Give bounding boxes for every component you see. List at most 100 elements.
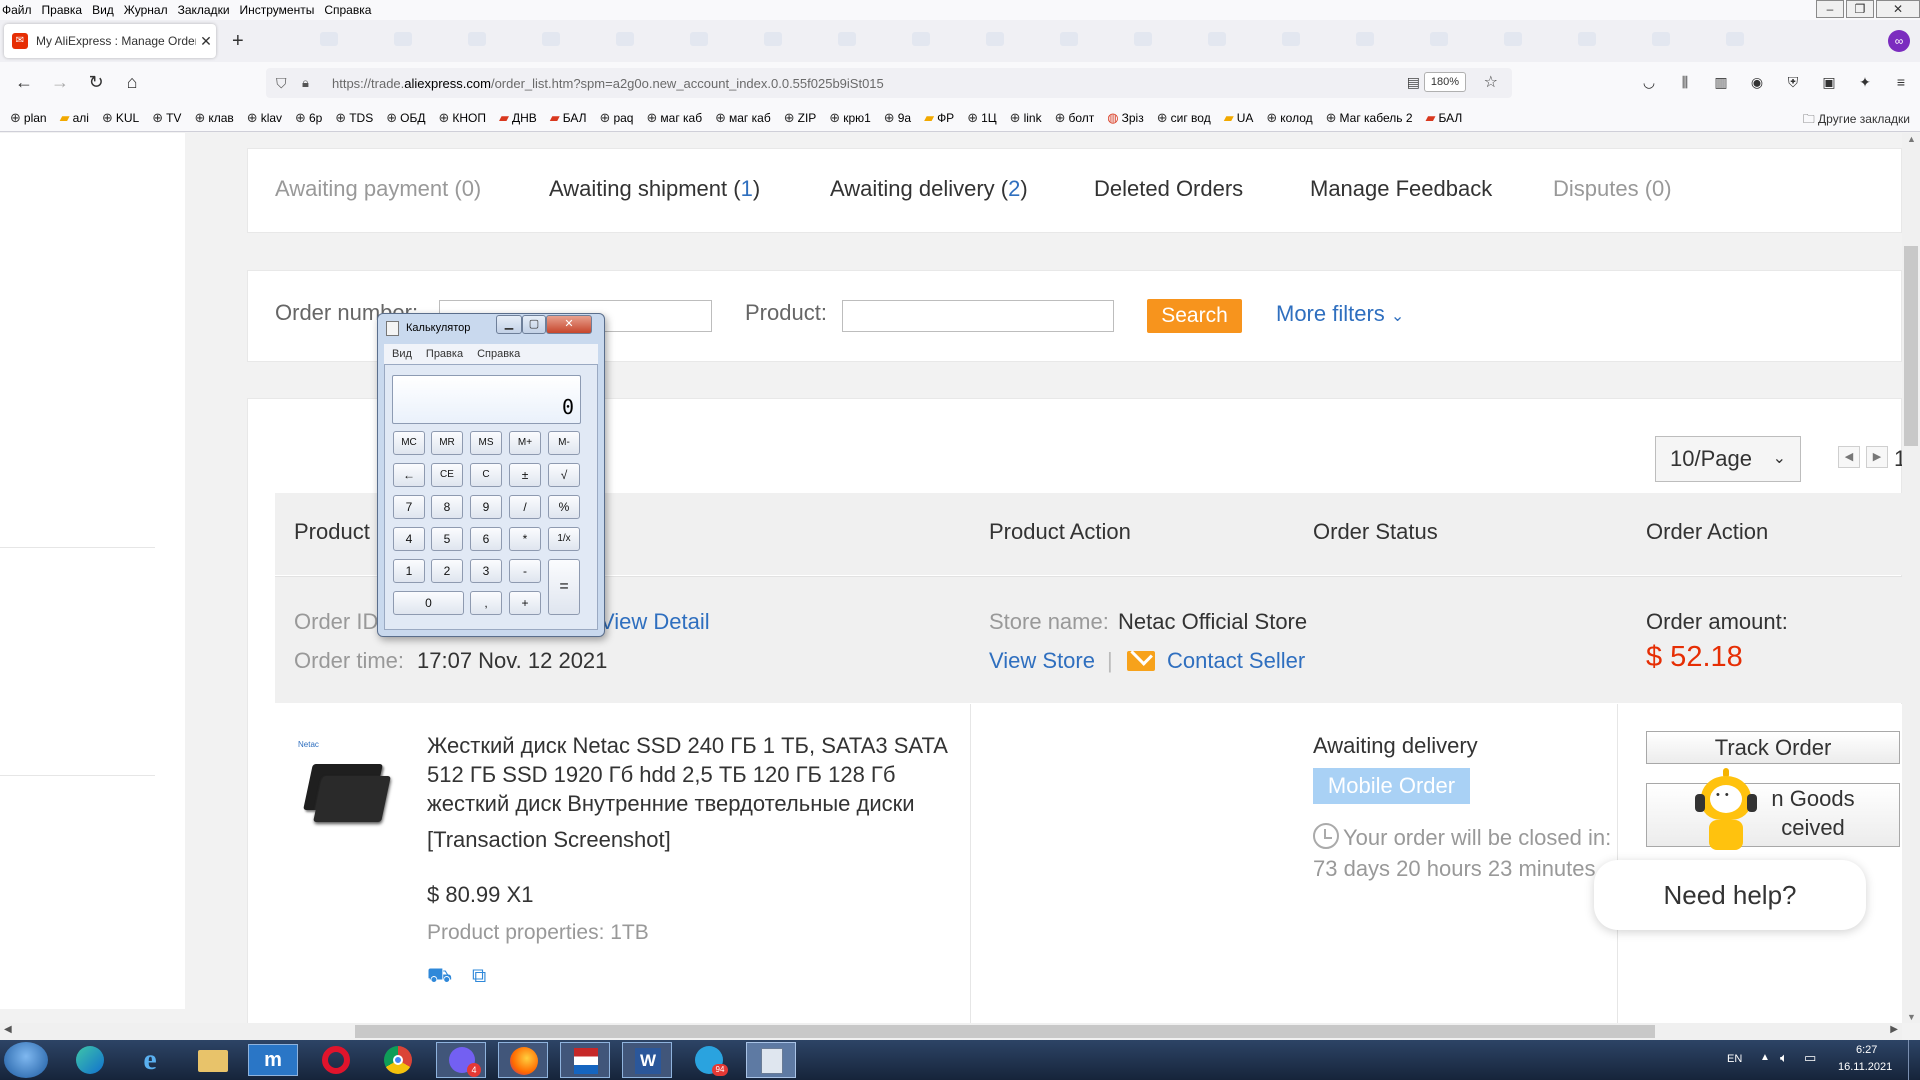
bookmark-item[interactable]: ▰ UA [1224,110,1254,126]
calc-menu-view[interactable]: Вид [392,348,412,360]
bookmark-item[interactable]: ⊕ сиг вод [1157,110,1211,126]
forward-arrow-icon[interactable]: → [48,72,72,93]
tracking-shield-icon[interactable]: ⛉ [276,75,292,92]
tab-aliexpress[interactable]: ✉ My AliExpress : Manage Orders ✕ [4,24,216,58]
tab-awaiting-shipment[interactable]: Awaiting shipment (1) [549,176,760,202]
tab-manage-feedback[interactable]: Manage Feedback [1310,176,1492,202]
bookmark-item[interactable]: ⊕ paq [600,110,634,126]
maxthon-icon[interactable]: m [248,1044,298,1076]
menu-file[interactable]: Файл [0,3,37,17]
faded-tab-icon[interactable] [764,32,782,46]
library-icon[interactable]: ⫼ [1674,74,1696,92]
other-bookmarks[interactable]: 🗀︎ Другие закладки [1803,110,1910,131]
calc-menu-edit[interactable]: Правка [426,348,463,360]
calc-7-button[interactable]: 7 [393,495,425,519]
bookmark-item[interactable]: ⊕ болт [1055,110,1095,126]
view-store-link[interactable]: View Store [989,648,1095,674]
faded-tab-icon[interactable] [1504,32,1522,46]
calc-0-button[interactable]: 0 [393,591,464,615]
calc-divide-button[interactable]: / [509,495,541,519]
menu-help[interactable]: Справка [319,3,376,17]
bookmark-star-icon[interactable]: ☆ [1484,72,1498,92]
bookmark-item[interactable]: ⊕ TDS [335,110,373,126]
calc-9-button[interactable]: 9 [470,495,502,519]
bookmark-item[interactable]: ⊕ 9а [884,110,911,126]
home-icon[interactable]: ⌂ [120,72,144,93]
view-detail-link[interactable]: View Detail [600,609,710,635]
shipping-truck-icon[interactable]: ⛟ [427,965,452,990]
reader-view-icon[interactable]: ▤ [1407,74,1420,91]
faded-tab-icon[interactable] [468,32,486,46]
chrome-icon[interactable] [374,1044,422,1076]
tab-disputes[interactable]: Disputes (0) [1553,176,1672,202]
next-page-button[interactable]: ▶ [1866,446,1888,468]
calc-c-button[interactable]: C [470,463,502,487]
calc-sqrt-button[interactable]: √ [548,463,580,487]
tab-close-icon[interactable]: ✕ [196,33,216,50]
faded-tab-icon[interactable] [542,32,560,46]
bookmark-item[interactable]: ⊕ link [1010,110,1042,126]
menu-history[interactable]: Журнал [119,3,173,17]
product-image[interactable]: Netac [298,740,391,830]
calculator-window[interactable]: Калькулятор ▁ ▢ ✕ Вид Правка Справка 0 M… [377,313,605,637]
bookmark-item[interactable]: ▰ алі [60,110,89,126]
prev-page-button[interactable]: ◀ [1838,446,1860,468]
new-tab-button[interactable]: + [232,30,244,53]
menu-edit[interactable]: Правка [37,3,88,17]
horizontal-scroll-thumb[interactable] [355,1025,1655,1038]
tray-expand-icon[interactable]: ▲ [1760,1052,1770,1063]
bookmark-item[interactable]: ⊕ маг каб [715,110,771,126]
calc-minimize-button[interactable]: ▁ [496,315,522,334]
faded-tab-icon[interactable] [1578,32,1596,46]
mail-envelope-icon[interactable] [1127,651,1155,671]
bookmark-item[interactable]: ⊕ KUL [102,110,139,126]
bookmark-item[interactable]: ⊕ 1Ц [967,110,996,126]
faded-tab-icon[interactable] [1208,32,1226,46]
need-help-chat-bubble[interactable]: Need help? [1594,860,1866,930]
calc-6-button[interactable]: 6 [470,527,502,551]
hamburger-menu-icon[interactable]: ≡ [1890,74,1912,92]
faded-tab-icon[interactable] [1060,32,1078,46]
product-input[interactable] [842,300,1114,332]
clock-date[interactable]: 16.11.2021 [1838,1061,1892,1073]
bookmark-item[interactable]: ⊕ ZIP [784,110,817,126]
calc-2-button[interactable]: 2 [431,559,463,583]
calc-1-button[interactable]: 1 [393,559,425,583]
start-orb-icon[interactable] [4,1042,48,1078]
faded-tab-icon[interactable] [320,32,338,46]
scroll-left-arrow-icon[interactable]: ◀ [4,1024,12,1035]
bookmark-item[interactable]: ▰ БАЛ [550,110,587,126]
faded-tab-icon[interactable] [986,32,1004,46]
vertical-scrollbar[interactable]: ▲ ▼ [1902,133,1920,1023]
url-bar[interactable]: ⛉ 🔒︎ https://trade.aliexpress.com/order_… [266,68,1512,98]
track-order-button[interactable]: Track Order [1646,731,1900,764]
faded-tab-icon[interactable] [1652,32,1670,46]
bookmark-item[interactable]: ⊕ маг каб [646,110,702,126]
scroll-right-arrow-icon[interactable]: ▶ [1890,1024,1898,1035]
bookmark-item[interactable]: ▰ ДНВ [499,110,537,126]
calc-minus-button[interactable]: - [509,559,541,583]
product-title-link[interactable]: Жесткий диск Netac SSD 240 ГБ 1 ТБ, SATA… [427,731,947,818]
bookmark-item[interactable]: ◍ Зріз [1107,110,1143,126]
viber-icon[interactable]: 4 [436,1042,486,1078]
bookmark-item[interactable]: ⊕ plan [10,110,47,126]
close-window-button[interactable]: ✕ [1876,0,1920,18]
faded-tab-icon[interactable] [912,32,930,46]
bookmark-item[interactable]: ⊕ ОБД [386,110,425,126]
tab-awaiting-delivery[interactable]: Awaiting delivery (2) [830,176,1028,202]
menu-view[interactable]: Вид [87,3,119,17]
language-indicator[interactable]: EN [1727,1053,1742,1065]
restore-button[interactable]: ❐ [1846,0,1874,18]
lock-icon[interactable]: 🔒︎ [302,75,318,91]
bookmark-item[interactable]: ⊕ крю1 [829,110,871,126]
calc-5-button[interactable]: 5 [431,527,463,551]
edge-icon[interactable] [64,1044,112,1076]
calc-mminus-button[interactable]: M- [548,431,580,455]
tab-awaiting-payment[interactable]: Awaiting payment (0) [275,176,481,202]
bookmark-item[interactable]: ⊕ klav [247,110,282,126]
tab-deleted-orders[interactable]: Deleted Orders [1094,176,1243,202]
return-box-icon[interactable]: ⧉ [472,965,486,988]
firefox-icon[interactable] [498,1042,548,1078]
bookmark-item[interactable]: ⊕ клав [194,110,233,126]
faded-tab-icon[interactable] [690,32,708,46]
